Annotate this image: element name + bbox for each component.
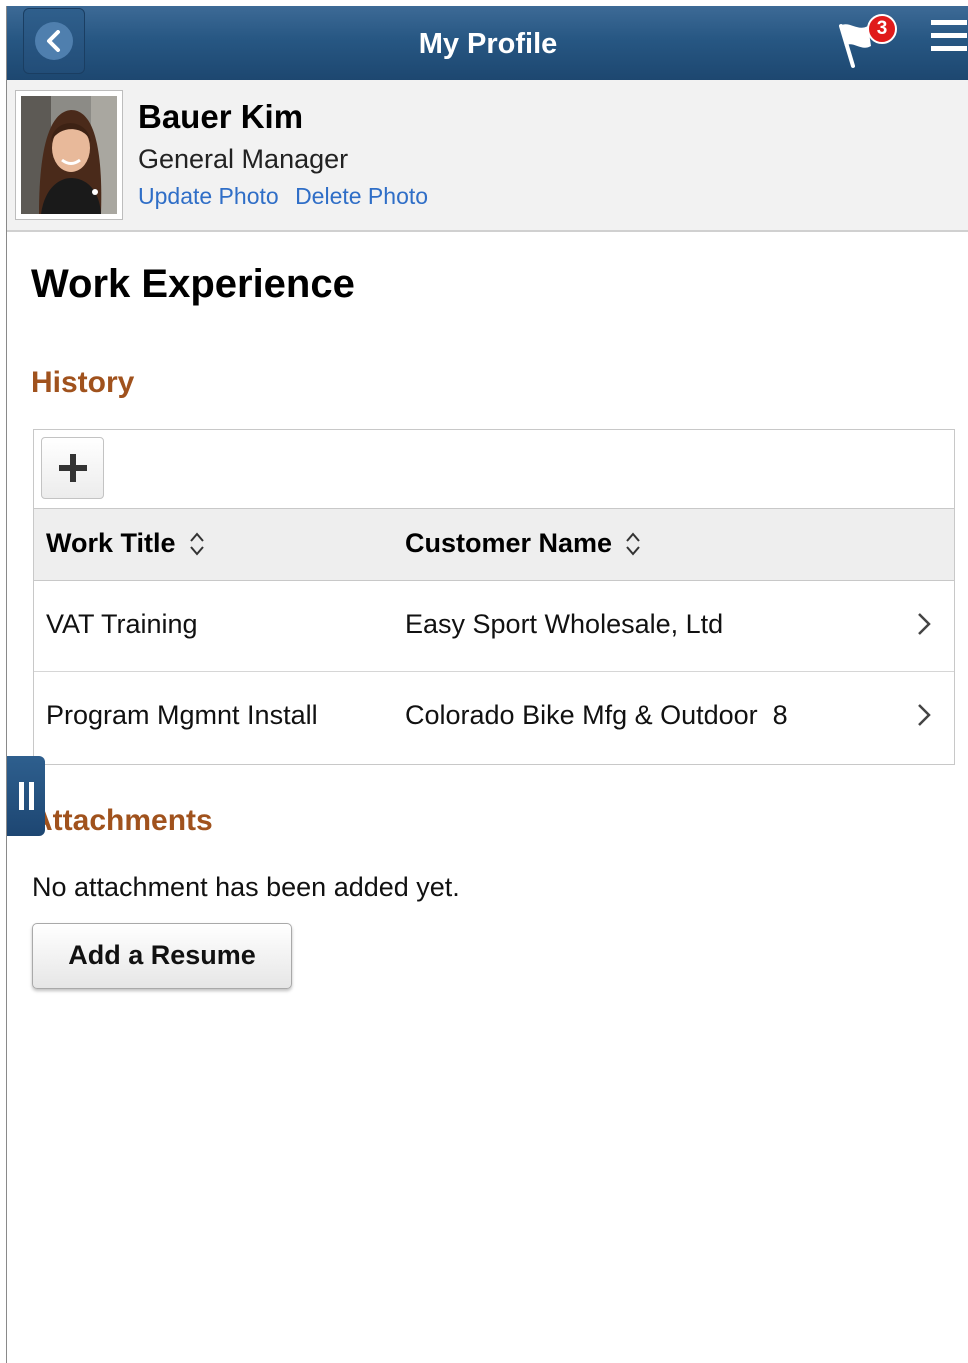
chevron-right-icon	[918, 704, 931, 726]
photo-links: Update Photo Delete Photo	[138, 183, 438, 210]
work-title-cell: VAT Training	[46, 609, 198, 639]
attachments-heading: Attachments	[31, 804, 213, 837]
no-attachment-message: No attachment has been added yet.	[32, 872, 460, 902]
column-header-customer-name[interactable]: Customer Name	[405, 528, 642, 559]
add-row-button[interactable]	[41, 437, 104, 499]
update-photo-link[interactable]: Update Photo	[138, 183, 279, 209]
delete-photo-link[interactable]: Delete Photo	[295, 183, 428, 209]
history-grid: Work Title Customer Name VAT Training Ea…	[33, 429, 955, 765]
customer-name-cell: Colorado Bike Mfg & Outdoor 8	[405, 700, 788, 730]
profile-header: Bauer Kim General Manager Update Photo D…	[7, 80, 968, 232]
table-row[interactable]: VAT Training Easy Sport Wholesale, Ltd	[34, 581, 954, 672]
column-header-label: Work Title	[46, 528, 176, 558]
plus-icon	[58, 454, 87, 482]
sort-icon	[189, 531, 204, 556]
pause-icon-bar	[28, 782, 34, 810]
page-title: Work Experience	[31, 262, 355, 306]
notifications-button[interactable]: 3	[835, 14, 897, 70]
history-heading: History	[31, 366, 135, 399]
header-bar: My Profile 3	[7, 6, 968, 80]
sort-icon	[626, 531, 640, 556]
hamburger-icon[interactable]	[931, 20, 967, 54]
column-header-work-title[interactable]: Work Title	[46, 528, 206, 559]
page-header-title: My Profile	[418, 28, 558, 60]
customer-name-cell: Easy Sport Wholesale, Ltd	[405, 609, 724, 639]
side-panel-toggle[interactable]	[7, 756, 45, 836]
work-title-cell: Program Mgmnt Install	[46, 700, 318, 730]
notification-badge: 3	[867, 14, 897, 44]
profile-name: Bauer Kim	[138, 98, 304, 135]
avatar	[15, 90, 123, 220]
column-header-label: Customer Name	[405, 528, 613, 558]
add-resume-button[interactable]: Add a Resume	[32, 923, 292, 989]
chevron-right-icon	[918, 613, 931, 635]
pause-icon-bar	[18, 782, 24, 810]
profile-job-title: General Manager	[138, 144, 349, 174]
grid-toolbar	[34, 430, 954, 509]
table-row[interactable]: Program Mgmnt Install Colorado Bike Mfg …	[34, 672, 954, 763]
grid-header-row: Work Title Customer Name	[34, 509, 954, 581]
page-frame: My Profile 3 Bauer Kim General Manager U…	[6, 6, 968, 1363]
